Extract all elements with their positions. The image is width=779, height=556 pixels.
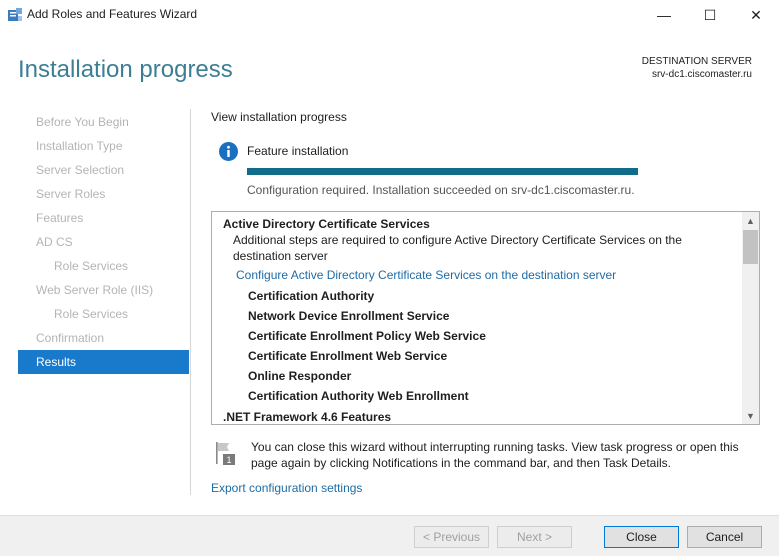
results-scrollbar[interactable]: ▲ ▼ [742, 212, 759, 424]
close-icon: ✕ [750, 6, 762, 23]
next-button[interactable]: Next > [497, 526, 572, 548]
svg-text:1: 1 [226, 455, 231, 465]
feature-installation-label: Feature installation [247, 144, 349, 158]
nav-item-confirmation: Confirmation [36, 331, 105, 345]
installation-progress-bar [247, 168, 638, 175]
nav-item-server-selection: Server Selection [36, 163, 125, 177]
nav-item-adcs-role-services: Role Services [54, 259, 129, 273]
previous-button[interactable]: < Previous [414, 526, 489, 548]
page-title: Installation progress [18, 56, 233, 83]
role-service-item: Certificate Enrollment Web Service [248, 349, 448, 363]
close-button[interactable]: Close [604, 526, 679, 548]
result-heading-netfx: .NET Framework 4.6 Features [223, 410, 392, 424]
title-bar: Add Roles and Features Wizard — ☐ ✕ [0, 0, 779, 30]
close-window-button[interactable]: ✕ [733, 0, 779, 30]
nav-item-iis-role-services: Role Services [54, 307, 129, 321]
minimize-icon: — [657, 7, 671, 23]
server-manager-icon [8, 8, 22, 21]
progress-fill [247, 168, 638, 175]
role-service-item: Certification Authority [248, 289, 375, 303]
role-service-item: Online Responder [248, 369, 352, 383]
configure-adcs-link[interactable]: Configure Active Directory Certificate S… [236, 268, 616, 282]
info-icon [219, 142, 238, 161]
results-list[interactable]: Active Directory Certificate Services Ad… [211, 211, 760, 425]
nav-divider [190, 109, 191, 495]
scroll-thumb[interactable] [743, 230, 758, 264]
minimize-button[interactable]: — [641, 0, 687, 30]
destination-server-label: DESTINATION SERVER [641, 56, 752, 67]
result-steps-line1: Additional steps are required to configu… [233, 233, 682, 247]
notification-flag-icon: 1 [216, 442, 235, 465]
window-title: Add Roles and Features Wizard [27, 7, 198, 21]
maximize-button[interactable]: ☐ [687, 0, 733, 30]
wizard-nav: Before You Begin Installation Type Serve… [18, 110, 189, 374]
installation-status: Configuration required. Installation suc… [247, 183, 635, 197]
section-title: View installation progress [211, 110, 347, 124]
nav-item-installation-type: Installation Type [36, 139, 123, 153]
role-service-item: Network Device Enrollment Service [248, 309, 450, 323]
role-service-item: Certification Authority Web Enrollment [248, 389, 469, 403]
nav-item-before-you-begin: Before You Begin [36, 115, 129, 129]
role-service-item: Certificate Enrollment Policy Web Servic… [248, 329, 486, 343]
cancel-button[interactable]: Cancel [687, 526, 762, 548]
close-wizard-notice: You can close this wizard without interr… [251, 440, 739, 470]
nav-item-results[interactable]: Results [18, 350, 189, 374]
result-heading-adcs: Active Directory Certificate Services [223, 217, 430, 231]
nav-item-features: Features [36, 211, 84, 225]
export-configuration-link[interactable]: Export configuration settings [211, 481, 362, 495]
nav-item-server-roles: Server Roles [36, 187, 106, 201]
destination-server-name: srv-dc1.ciscomaster.ru [651, 69, 752, 80]
nav-item-web-server-role: Web Server Role (IIS) [36, 283, 154, 297]
scroll-down-icon[interactable]: ▼ [742, 407, 759, 424]
nav-item-ad-cs: AD CS [36, 235, 73, 249]
scroll-up-icon[interactable]: ▲ [742, 212, 759, 229]
result-steps-line2: destination server [233, 249, 328, 263]
maximize-icon: ☐ [703, 6, 717, 23]
